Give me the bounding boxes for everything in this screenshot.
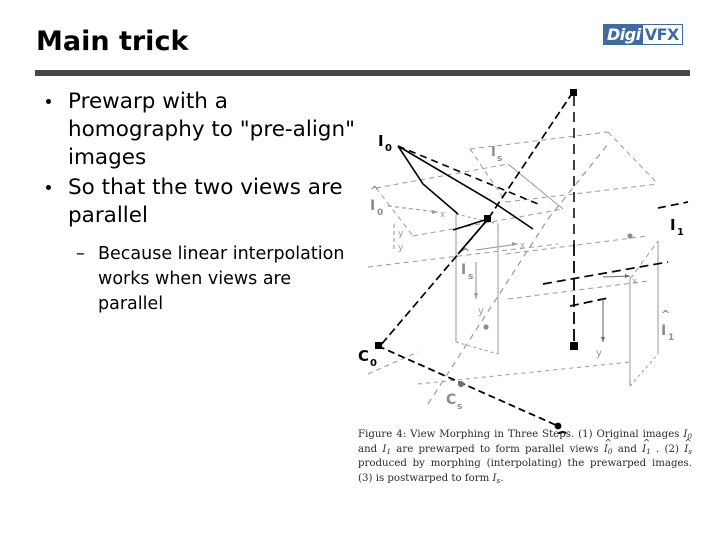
point-marker-s — [483, 324, 489, 330]
logo-text-vfx: VFX — [642, 25, 682, 44]
point-drop-marker — [570, 342, 578, 350]
svg-text:1: 1 — [668, 333, 674, 343]
point-marker-mid — [627, 233, 633, 239]
camera-Cs-marker — [458, 381, 464, 387]
axis-label-x: x — [440, 210, 445, 220]
caption-body-3: are prewarped to form parallel views — [396, 443, 599, 455]
svg-text:s: s — [497, 154, 502, 164]
svg-text:0: 0 — [370, 358, 377, 369]
axis-label-y4: y — [596, 348, 602, 359]
caption-body-7: is postwarped to form — [375, 472, 490, 484]
bullet-dash-icon: – — [76, 244, 85, 264]
label-Cs: C s — [446, 392, 462, 412]
label-Ihat1: ^ I 1 — [661, 308, 674, 343]
caption-symbol-ihat0: ^ I0 — [603, 438, 613, 456]
svg-text:1: 1 — [677, 227, 684, 238]
bullet-list-level1: Prewarp with a homography to "pre-align"… — [38, 88, 358, 230]
axis-label-y3: y — [478, 306, 484, 317]
svg-text:I: I — [491, 145, 496, 160]
label-I1: I 1 — [670, 216, 684, 238]
label-Ihat0: ^ I 0 — [370, 184, 383, 218]
svg-text:s: s — [468, 272, 473, 282]
axis-label-y: y — [398, 229, 404, 239]
bullet-list-container: Prewarp with a homography to "pre-align"… — [38, 88, 358, 317]
svg-text:0: 0 — [385, 143, 392, 154]
caption-body-2: and — [358, 443, 378, 455]
camera-C0-marker — [375, 342, 382, 349]
svg-text:^: ^ — [370, 184, 379, 197]
caption-body-5: . (2) — [656, 443, 679, 455]
bullet-text: Prewarp with a homography to "pre-align"… — [68, 89, 355, 170]
label-C0: C 0 — [358, 347, 377, 369]
label-Is: I s — [491, 145, 502, 164]
svg-text:0: 0 — [377, 208, 383, 218]
bullet-dot-icon — [46, 99, 51, 104]
figure-caption: Figure 4: View Morphing in Three Steps. … — [358, 428, 692, 486]
label-Ihats: ^ I s — [461, 246, 473, 282]
point-P-marker — [570, 89, 577, 96]
list-item: So that the two views are parallel — [38, 174, 358, 230]
figure-diagram: P I 0 I 1 I s ^ I 0 — [358, 84, 689, 434]
svg-text:I: I — [461, 262, 466, 278]
svg-text:^: ^ — [661, 308, 670, 321]
axis-label-x2: x — [520, 241, 525, 251]
caption-symbol-ihats: ^ Is — [684, 438, 692, 456]
axis-label-y2: y — [398, 243, 404, 253]
svg-text:I: I — [670, 216, 676, 234]
caption-symbol-ihat1: ^ I1 — [642, 438, 651, 456]
svg-text:I: I — [370, 198, 375, 214]
title-divider — [35, 70, 690, 76]
caption-label: Figure 4: — [358, 429, 407, 440]
svg-text:s: s — [457, 402, 462, 412]
caption-body-1: (1) Original images — [578, 429, 680, 440]
label-I0: I 0 — [378, 132, 392, 154]
caption-body-4: and — [617, 443, 637, 455]
bullet-text: So that the two views are parallel — [68, 175, 343, 228]
digivfx-logo: Digi VFX — [603, 24, 683, 45]
svg-text:C: C — [358, 347, 369, 365]
svg-text:I: I — [661, 323, 666, 339]
image-point-marker — [484, 215, 491, 222]
list-item: – Because linear interpolation works whe… — [66, 242, 358, 317]
bullet-text: Because linear interpolation works when … — [98, 244, 345, 314]
label-P: P — [564, 84, 575, 88]
svg-text:^: ^ — [461, 246, 470, 259]
bullet-list-level2: – Because linear interpolation works whe… — [66, 242, 358, 317]
caption-title: View Morphing in Three Steps. — [410, 429, 575, 440]
bullet-dot-icon — [46, 185, 51, 190]
svg-text:I: I — [378, 132, 384, 150]
page-title: Main trick — [36, 26, 189, 57]
axis-label-x3: x — [632, 277, 637, 287]
slide-canvas: Main trick Digi VFX Prewarp with a homog… — [0, 0, 720, 540]
caption-symbol-i1: I1 — [382, 443, 392, 456]
caption-body-8: . — [500, 472, 504, 484]
sub-bullet-container: – Because linear interpolation works whe… — [66, 242, 358, 317]
logo-text-digi: Digi — [604, 25, 643, 44]
svg-text:C: C — [446, 392, 456, 408]
list-item: Prewarp with a homography to "pre-align"… — [38, 88, 358, 172]
